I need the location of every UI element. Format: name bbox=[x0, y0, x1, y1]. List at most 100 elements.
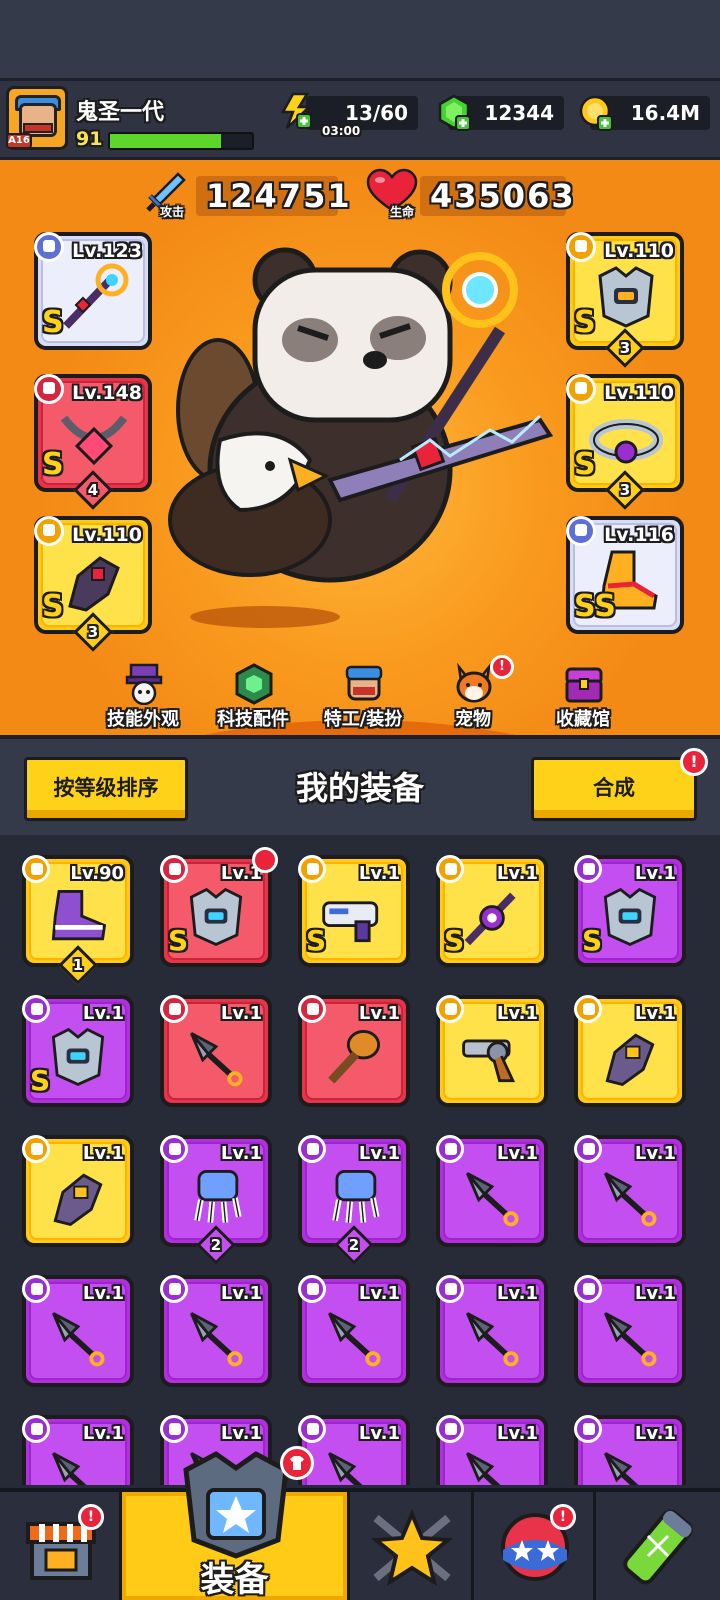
star-count-value: 4 bbox=[87, 481, 99, 499]
nav-evolution[interactable] bbox=[596, 1492, 720, 1600]
attack-stat: 124751 bbox=[196, 176, 350, 216]
inventory-item[interactable]: Lv.1 2 bbox=[160, 1135, 272, 1265]
subnav-tech-parts[interactable]: 科技配件 bbox=[198, 655, 308, 735]
merge-button[interactable]: 合成 ! bbox=[531, 748, 708, 821]
inventory-item[interactable]: Lv.1 S bbox=[160, 847, 278, 967]
rarity-badge: S bbox=[444, 924, 465, 957]
inventory-item[interactable]: Lv.1 bbox=[22, 1275, 134, 1387]
slot-level: Lv.123 bbox=[72, 240, 142, 262]
inventory-grid[interactable]: Lv.90 1 Lv.1 S Lv.1 S Lv.1 S Lv.1 S Lv.1 S Lv.1 Lv.1 L… bbox=[0, 835, 720, 1485]
subnav-label: 技能外观 bbox=[107, 709, 179, 730]
inventory-item[interactable]: Lv.1 bbox=[22, 1415, 134, 1485]
subnav-agent-outfit[interactable]: 特工/装扮 bbox=[308, 655, 418, 735]
equipped-boots-slot[interactable]: Lv.116 SS bbox=[566, 516, 684, 634]
inventory-item[interactable]: Lv.1 bbox=[160, 1275, 272, 1387]
kunai-icon bbox=[466, 1172, 519, 1227]
subnav-pet[interactable]: 宠物 ! bbox=[418, 655, 528, 735]
armor-type-icon bbox=[160, 855, 188, 883]
gauntlet-icon bbox=[68, 556, 120, 612]
weapon-type-icon bbox=[436, 1275, 464, 1303]
subnav-label: 宠物 bbox=[455, 709, 491, 730]
item-level: Lv.1 bbox=[634, 1003, 676, 1024]
gold-coin-icon[interactable] bbox=[578, 94, 614, 132]
item-level: Lv.1 bbox=[496, 1283, 538, 1304]
shiba-dog-icon bbox=[456, 663, 492, 703]
hp-label: 生命 bbox=[390, 205, 415, 219]
star-count-value: 3 bbox=[619, 481, 631, 499]
inventory-item[interactable]: Lv.1 bbox=[574, 1135, 686, 1247]
slot-level: Lv.110 bbox=[72, 524, 142, 546]
talent-star-icon bbox=[370, 1508, 454, 1587]
revolver-icon bbox=[462, 1039, 516, 1083]
inventory-item[interactable]: Lv.1 S bbox=[436, 855, 548, 967]
item-level: Lv.1 bbox=[358, 1283, 400, 1304]
energy-bolt-icon[interactable] bbox=[279, 92, 313, 130]
subnav-label: 收藏馆 bbox=[556, 709, 610, 730]
armor-icon bbox=[603, 887, 657, 947]
nav-shop[interactable]: ! bbox=[0, 1492, 122, 1600]
pet-notification-badge: ! bbox=[490, 655, 514, 679]
kunai-icon bbox=[190, 1032, 243, 1087]
gem-icon[interactable] bbox=[436, 94, 472, 132]
weapon-type-icon bbox=[574, 1135, 602, 1163]
nav-equipment[interactable]: 装备 bbox=[122, 1446, 350, 1600]
weapon-type-icon bbox=[34, 232, 64, 262]
gloves-type-icon bbox=[34, 516, 64, 546]
equipped-gloves-slot[interactable]: Lv.110 S 3 bbox=[34, 516, 152, 652]
nav-talent[interactable] bbox=[350, 1492, 474, 1600]
avatar-mask bbox=[23, 123, 53, 133]
inventory-item[interactable]: Lv.1 2 bbox=[298, 1135, 410, 1265]
item-level: Lv.1 bbox=[634, 1283, 676, 1304]
weapon-type-icon bbox=[298, 1275, 326, 1303]
inventory-item[interactable]: Lv.1 bbox=[298, 1275, 410, 1387]
inventory-item[interactable]: Lv.90 1 bbox=[22, 855, 134, 985]
subnav-skill-skin[interactable]: 技能外观 bbox=[88, 655, 198, 735]
kunai-icon bbox=[604, 1312, 657, 1367]
inventory-item[interactable]: Lv.1 bbox=[436, 1135, 548, 1247]
inventory-item[interactable]: Lv.1 bbox=[574, 1415, 686, 1485]
inventory-item[interactable]: Lv.1 bbox=[298, 1415, 410, 1485]
inventory-item[interactable]: Lv.1 bbox=[436, 1415, 548, 1485]
player-name: 鬼圣一代 bbox=[76, 100, 165, 125]
weapon-type-icon bbox=[22, 1415, 50, 1443]
inventory-item[interactable]: Lv.1 S bbox=[22, 995, 134, 1107]
item-level: Lv.1 bbox=[358, 863, 400, 884]
inventory-item[interactable]: Lv.1 bbox=[298, 995, 410, 1107]
rarity-badge: S bbox=[582, 924, 603, 957]
inventory-item[interactable]: Lv.1 bbox=[436, 995, 548, 1107]
item-level: Lv.1 bbox=[496, 1143, 538, 1164]
inventory-item[interactable]: Lv.1 bbox=[160, 995, 272, 1107]
gauntlet-icon bbox=[53, 1173, 103, 1227]
weapon-type-icon bbox=[298, 995, 326, 1023]
star-count-value: 1 bbox=[72, 956, 84, 974]
inventory-item[interactable]: Lv.1 bbox=[574, 995, 686, 1107]
inventory-item[interactable]: Lv.1 bbox=[574, 1275, 686, 1387]
hero-subnav: 技能外观 科技配件 特工/装扮 宠物 ! 收藏馆 bbox=[0, 655, 720, 735]
kunai-icon bbox=[328, 1312, 381, 1367]
kunai-icon bbox=[604, 1172, 657, 1227]
rarity-badge: S bbox=[574, 447, 596, 482]
sort-by-level-button[interactable]: 按等级排序 bbox=[24, 757, 188, 821]
equipped-armor-slot[interactable]: Lv.110 S 3 bbox=[566, 232, 684, 368]
inventory-item[interactable]: Lv.1 bbox=[436, 1275, 548, 1387]
armor-icon bbox=[189, 887, 243, 947]
xp-bar bbox=[108, 132, 254, 150]
shirt-icon bbox=[290, 1456, 304, 1470]
equipped-weapon-slot[interactable]: Lv.123 S bbox=[34, 232, 152, 350]
inventory-item[interactable]: Lv.1 bbox=[22, 1135, 134, 1247]
gloves-type-icon bbox=[574, 995, 602, 1023]
xp-bar-fill bbox=[110, 134, 221, 148]
inventory-item[interactable]: Lv.1 S bbox=[298, 855, 410, 967]
staff-icon bbox=[464, 892, 516, 946]
equipped-belt-slot[interactable]: Lv.110 S 3 bbox=[566, 374, 684, 510]
star-count-value: 2 bbox=[210, 1236, 222, 1254]
nav-gacha[interactable]: ! bbox=[474, 1492, 596, 1600]
subnav-collection[interactable]: 收藏馆 bbox=[528, 655, 638, 735]
status-bar bbox=[0, 0, 720, 78]
inventory-item[interactable]: Lv.1 S bbox=[574, 855, 686, 967]
item-level: Lv.1 bbox=[634, 1143, 676, 1164]
shop-notification-badge: ! bbox=[78, 1504, 104, 1530]
equipped-necklace-slot[interactable]: Lv.148 S 4 bbox=[34, 374, 152, 510]
weapon-type-icon bbox=[574, 1275, 602, 1303]
kunai-icon bbox=[604, 1452, 639, 1485]
